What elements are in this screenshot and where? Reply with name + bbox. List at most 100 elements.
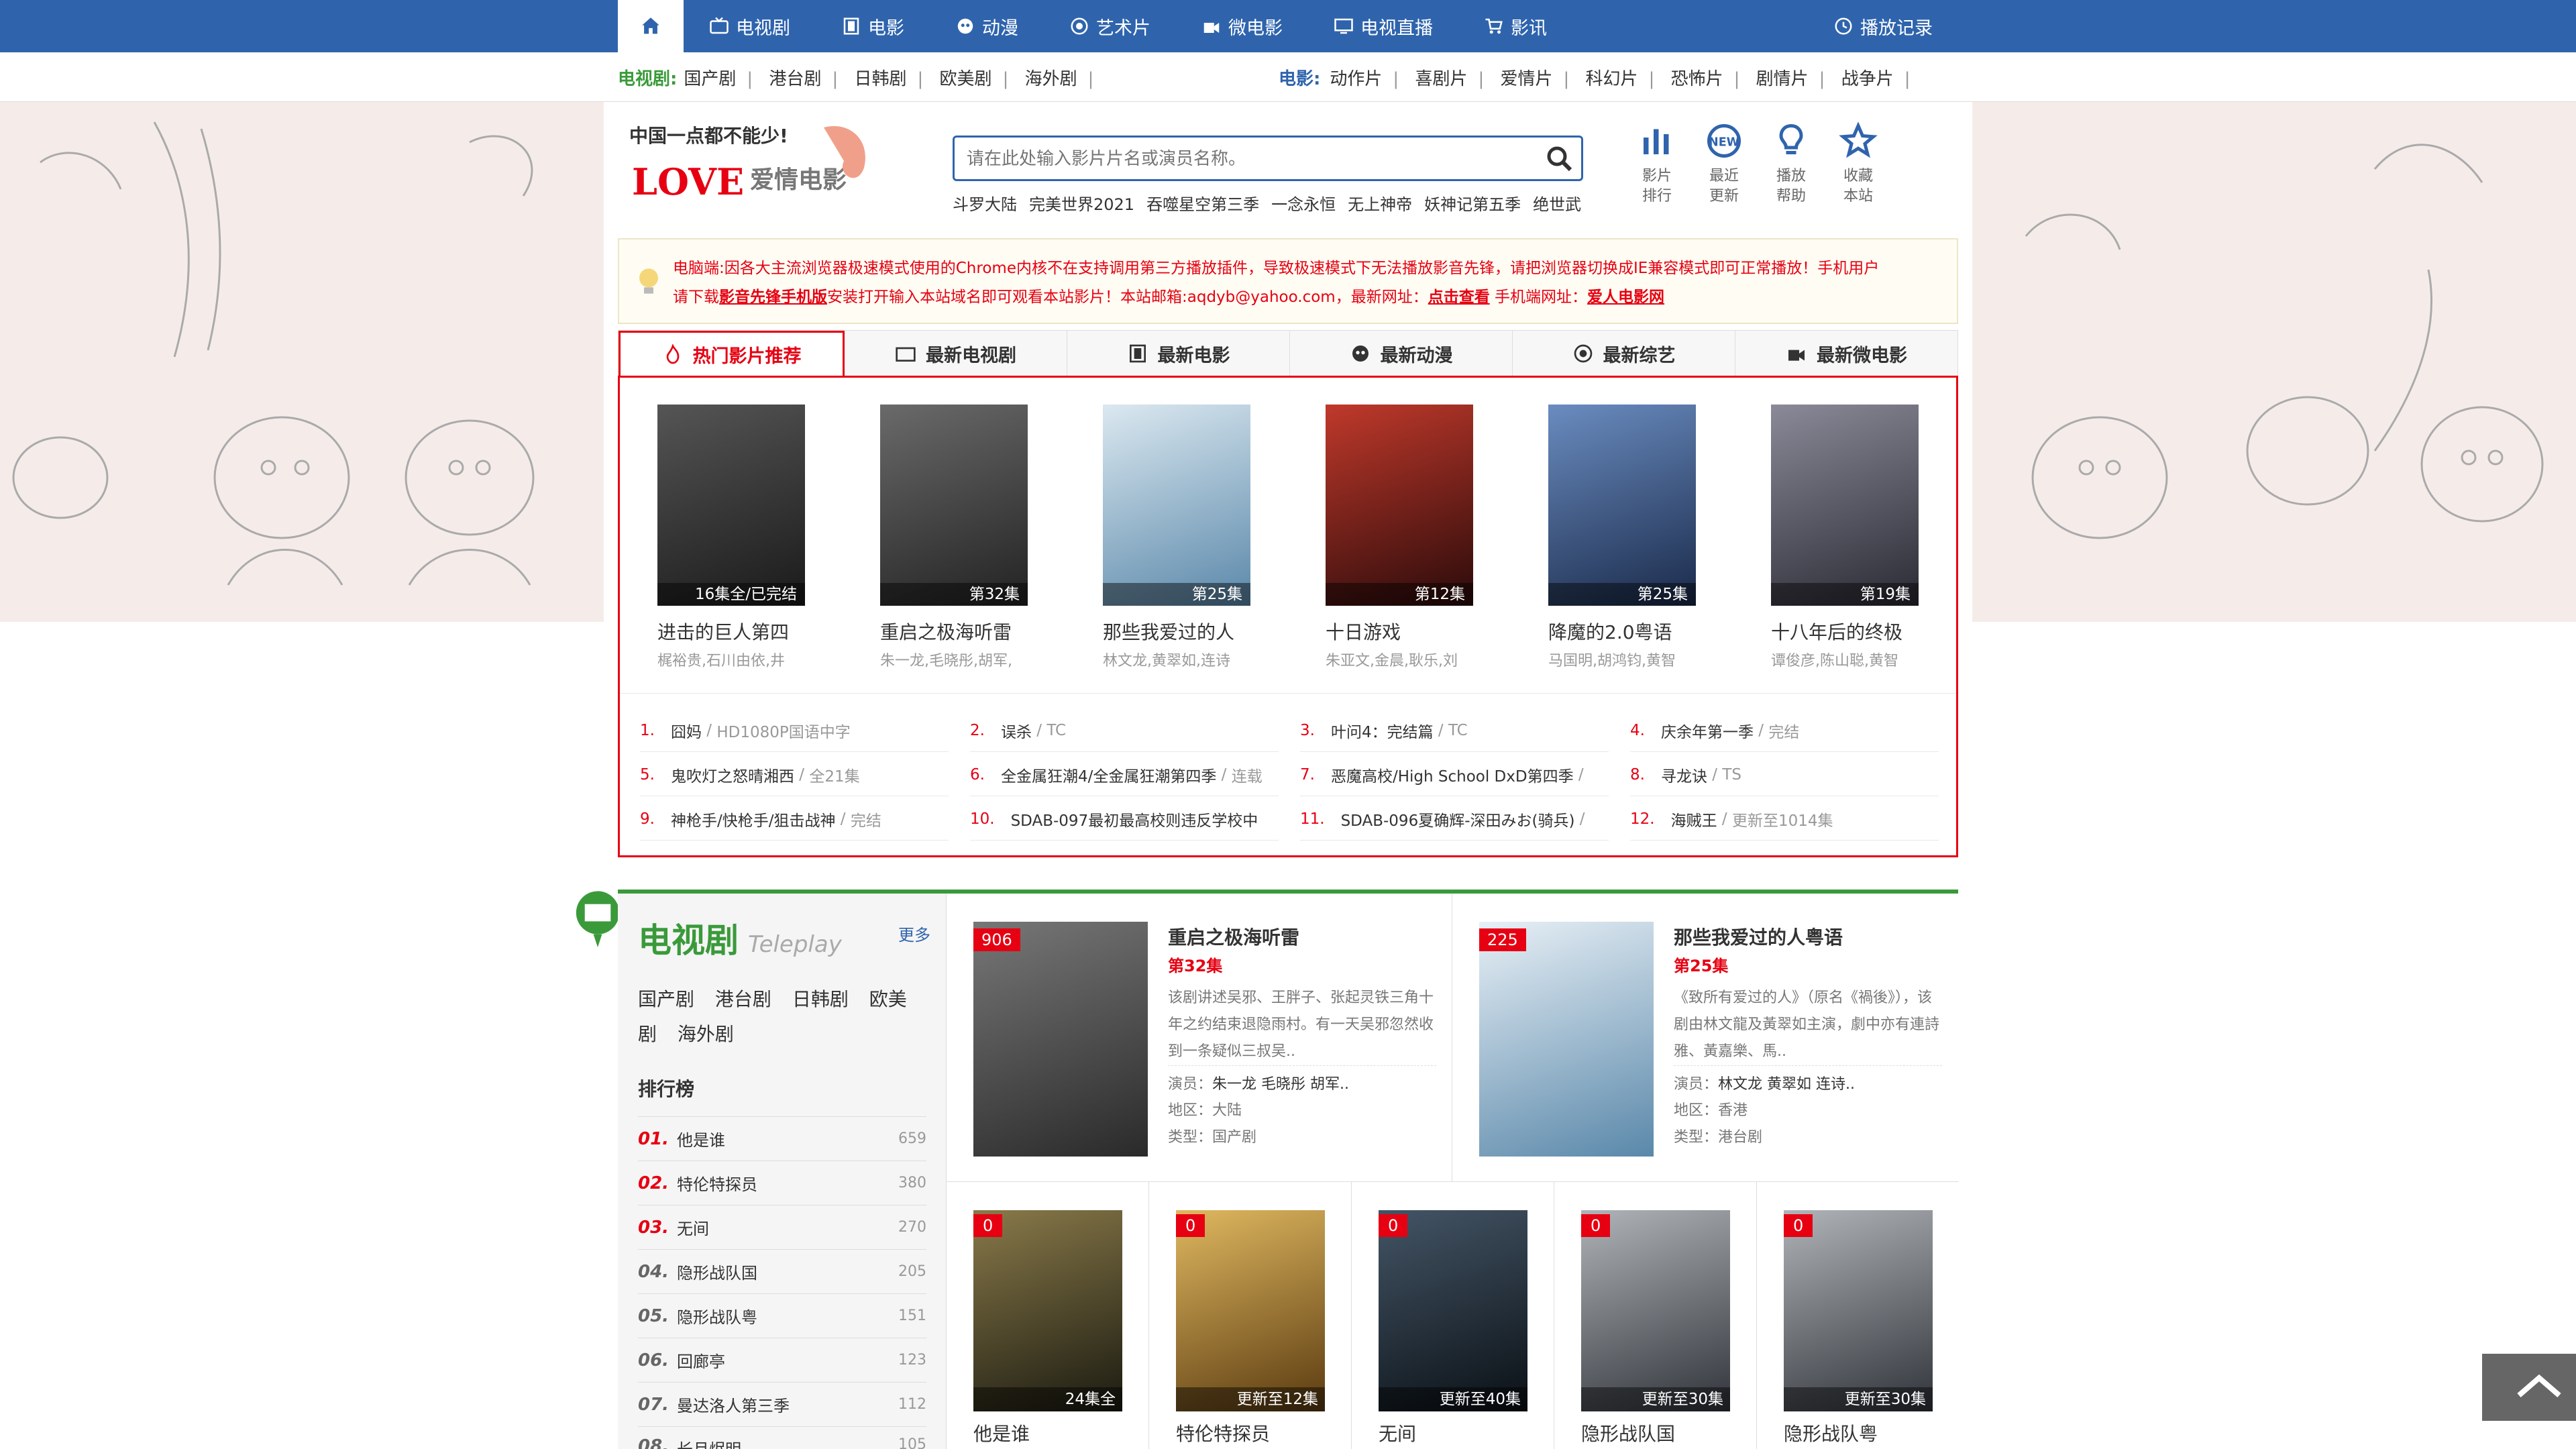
more-link[interactable]: 更多 [898,922,930,945]
hotword-link[interactable]: 绝世武 [1533,191,1581,215]
hotword-link[interactable]: 妖神记第五季 [1424,191,1521,215]
poster-image[interactable] [1581,1210,1730,1411]
featured-title[interactable]: 重启之极海听雷 [1168,923,1299,950]
subnav-link[interactable]: 海外剧 [1025,69,1077,89]
poster-image[interactable]: 第25集 [1548,405,1696,606]
quick-link-bookmark[interactable]: 收藏 本站 [1825,121,1892,207]
rank-item[interactable]: 8. 寻龙诀 / TS [1630,753,1939,796]
rank-item[interactable]: 2. 误杀 / TC [970,709,1279,752]
poster-image[interactable] [1379,1210,1527,1411]
poster-image[interactable] [1479,922,1654,1157]
nav-live[interactable]: 电视直播 [1308,0,1458,52]
subnav-link[interactable]: 战争片 [1841,69,1894,89]
ranking-row[interactable]: 02. 特伦特探员 380 [638,1161,926,1205]
hotword-link[interactable]: 一念永恒 [1271,191,1336,215]
card-title[interactable]: 隐形战队粤 [1784,1419,1878,1446]
movie-title[interactable]: 那些我爱过的人 [1103,618,1234,645]
movie-title[interactable]: 重启之极海听雷 [880,618,1012,645]
rank-item[interactable]: 12. 海贼王 / 更新至1014集 [1630,798,1939,841]
quick-link-help[interactable]: 播放 帮助 [1758,121,1825,207]
hotword-link[interactable]: 完美世界2021 [1029,191,1134,215]
rank-item[interactable]: 4. 庆余年第一季 / 完结 [1630,709,1939,752]
small-card[interactable]: 0 更新至30集 隐形战队国 [1554,1182,1757,1449]
rank-item[interactable]: 11. SDAB-096夏确辉-深田みお(骑兵) / [1300,798,1609,841]
poster-image[interactable]: 第12集 [1326,405,1473,606]
nav-history[interactable]: 播放记录 [1808,0,1958,52]
subnav-link[interactable]: 港台剧 [769,69,821,89]
ranking-row[interactable]: 08. 长月烬明105 [638,1426,926,1449]
movie-title[interactable]: 十日游戏 [1326,618,1401,645]
rank-item[interactable]: 5. 鬼吹灯之怒晴湘西 / 全21集 [640,753,949,796]
notice-app-link[interactable]: 影音先锋手机版 [719,288,827,306]
small-card[interactable]: 0 24集全 他是谁 [947,1182,1149,1449]
card-title[interactable]: 隐形战队国 [1581,1419,1675,1446]
nav-news[interactable]: 影讯 [1458,0,1572,52]
subnav-link[interactable]: 恐怖片 [1671,69,1723,89]
rank-item[interactable]: 9. 神枪手/快枪手/狙击战神 / 完结 [640,798,949,841]
subnav-link[interactable]: 喜剧片 [1415,69,1467,89]
ranking-row[interactable]: 07. 曼达洛人第三季 112 [638,1382,926,1426]
ranking-row[interactable]: 05. 隐形战队粤 151 [638,1293,926,1338]
poster-image[interactable] [973,1210,1122,1411]
card-title[interactable]: 无间 [1379,1419,1416,1446]
nav-movie[interactable]: 电影 [816,0,930,52]
ranking-row[interactable]: 03. 无间 270 [638,1205,926,1249]
tab-latest-movie[interactable]: 最新电影 [1067,331,1290,376]
rank-item[interactable]: 3. 叶问4：完结篇 / TC [1300,709,1609,752]
card-title[interactable]: 他是谁 [973,1419,1030,1446]
subnav-link[interactable]: 日韩剧 [855,69,907,89]
poster-image[interactable]: 第32集 [880,405,1028,606]
hotword-link[interactable]: 斗罗大陆 [953,191,1017,215]
nav-art[interactable]: 艺术片 [1044,0,1176,52]
tab-hot[interactable]: 热门影片推荐 [619,331,845,376]
featured-item[interactable]: 906 重启之极海听雷 第32集 该剧讲述吴邪、王胖子、张起灵铁三角十年之约结束… [947,894,1452,1182]
search-button[interactable] [1544,143,1576,175]
back-to-top-button[interactable] [2482,1354,2576,1421]
subnav-link[interactable]: 剧情片 [1756,69,1809,89]
notice-mobile-link[interactable]: 爱人电影网 [1587,288,1664,306]
hotword-link[interactable]: 吞噬星空第三季 [1146,191,1259,215]
movie-title[interactable]: 进击的巨人第四 [657,618,789,645]
nav-anime[interactable]: 动漫 [930,0,1044,52]
poster-image[interactable]: 第19集 [1771,405,1919,606]
category-link[interactable]: 日韩剧 [792,988,849,1010]
nav-micro[interactable]: 微电影 [1176,0,1308,52]
subnav-link[interactable]: 动作片 [1330,69,1382,89]
notice-check-link[interactable]: 点击查看 [1428,288,1490,306]
category-link[interactable]: 港台剧 [715,988,771,1010]
quick-link-recent[interactable]: NEW 最近 更新 [1690,121,1758,207]
small-card[interactable]: 0 更新至12集 特伦特探员 [1149,1182,1352,1449]
featured-title[interactable]: 那些我爱过的人粤语 [1674,923,1843,950]
movie-title[interactable]: 降魔的2.0粤语 [1548,618,1672,645]
rank-item[interactable]: 6. 全金属狂潮4/全金属狂潮第四季 / 连载 [970,753,1279,796]
subnav-link[interactable]: 国产剧 [684,69,736,89]
rank-item[interactable]: 10. SDAB-097最初最高校则违反学校中 [970,798,1279,841]
rank-item[interactable]: 1. 囧妈 / HD1080P国语中字 [640,709,949,752]
search-input[interactable] [967,146,1517,172]
poster-image[interactable]: 16集全/已完结 [657,405,805,606]
poster-image[interactable]: 第25集 [1103,405,1250,606]
nav-tv[interactable]: 电视剧 [684,0,816,52]
category-link[interactable]: 海外剧 [678,1023,734,1045]
subnav-link[interactable]: 科幻片 [1586,69,1638,89]
hotword-link[interactable]: 无上神帝 [1348,191,1412,215]
rank-item[interactable]: 7. 恶魔高校/High School DxD第四季 / [1300,753,1609,796]
tab-latest-micro[interactable]: 最新微电影 [1735,331,1957,376]
small-card[interactable]: 0 更新至30集 隐形战队粤 [1757,1182,1960,1449]
subnav-link[interactable]: 爱情片 [1501,69,1553,89]
nav-home[interactable] [618,0,684,52]
quick-link-ranking[interactable]: 影片 排行 [1623,121,1690,207]
card-title[interactable]: 特伦特探员 [1176,1419,1270,1446]
category-link[interactable]: 国产剧 [638,988,694,1010]
poster-image[interactable] [1176,1210,1325,1411]
ranking-row[interactable]: 06. 回廊亭 123 [638,1338,926,1382]
tab-latest-anime[interactable]: 最新动漫 [1290,331,1513,376]
featured-item[interactable]: 225 那些我爱过的人粤语 第25集 《致所有爱过的人》（原名《禍後》），该剧由… [1452,894,1958,1182]
poster-image[interactable] [973,922,1148,1157]
ranking-row[interactable]: 01. 他是谁 659 [638,1116,926,1161]
site-logo[interactable]: 中国一点都不能少! LOVE 爱情电影 [623,114,884,215]
movie-title[interactable]: 十八年后的终极 [1771,618,1902,645]
subnav-link[interactable]: 欧美剧 [940,69,992,89]
ranking-row[interactable]: 04. 隐形战队国 205 [638,1249,926,1293]
poster-image[interactable] [1784,1210,1933,1411]
